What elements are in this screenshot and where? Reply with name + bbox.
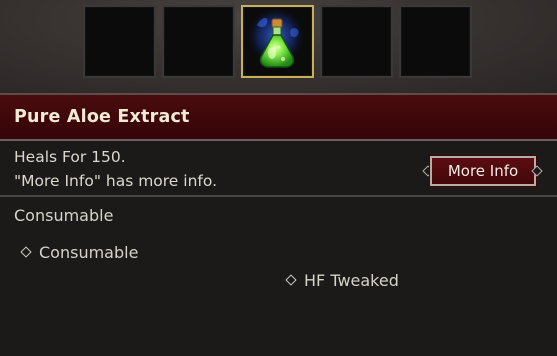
diamond-bullet-icon: [20, 246, 32, 258]
property-row: Consumable: [20, 243, 139, 262]
item-description-section: Heals For 150. "More Info" has more info…: [0, 141, 557, 197]
item-title-bar: Pure Aloe Extract: [0, 93, 557, 141]
hotbar-slot-1[interactable]: [83, 5, 156, 78]
item-type-label: Consumable: [14, 206, 114, 225]
potion-icon: [246, 9, 306, 69]
hotbar-slot-3-selected[interactable]: [241, 5, 314, 78]
property-row: HF Tweaked: [285, 271, 399, 290]
more-info-button[interactable]: More Info: [429, 155, 537, 187]
hotbar-slot-5[interactable]: [399, 5, 472, 78]
hotbar: [0, 0, 557, 93]
property-label: Consumable: [39, 243, 139, 262]
item-properties-section: Consumable Consumable HF Tweaked: [0, 197, 557, 356]
property-label: HF Tweaked: [304, 271, 399, 290]
hotbar-slot-2[interactable]: [162, 5, 235, 78]
hotbar-slot-4[interactable]: [320, 5, 393, 78]
item-description-line-2: "More Info" has more info.: [14, 172, 217, 190]
item-description-line-1: Heals For 150.: [14, 148, 126, 166]
item-tooltip-window: Pure Aloe Extract Heals For 150. "More I…: [0, 0, 557, 356]
diamond-bullet-icon: [285, 274, 297, 286]
item-name: Pure Aloe Extract: [14, 107, 190, 127]
